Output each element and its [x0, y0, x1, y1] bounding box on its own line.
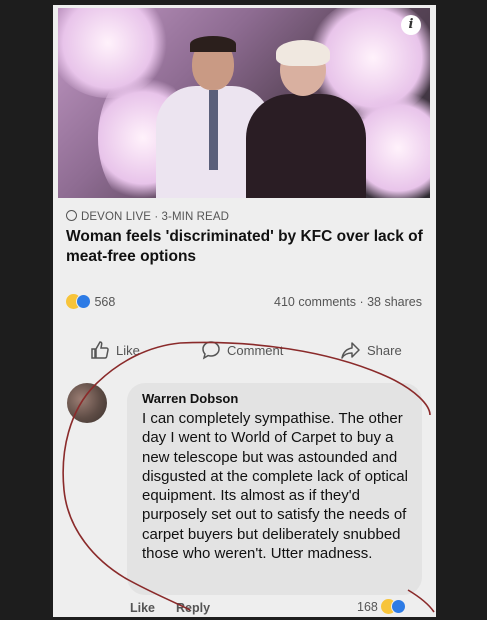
comment-button[interactable]: Comment	[201, 340, 283, 360]
article-image[interactable]: i	[58, 8, 430, 198]
comment-share-counts[interactable]: 410 comments · 38 shares	[274, 295, 422, 309]
commenter-name[interactable]: Warren Dobson	[142, 391, 238, 406]
comment-text: I can completely sympathise. The other d…	[142, 410, 408, 563]
commenter-avatar[interactable]	[67, 383, 107, 423]
comment-icon	[202, 341, 220, 360]
source-label: DEVON LIVE · 3-MIN READ	[81, 211, 229, 223]
comment-bubble: Warren Dobson I can completely sympathis…	[127, 383, 422, 595]
action-bar: Like Comment Share	[53, 340, 436, 364]
like-reaction-icon	[391, 599, 407, 614]
thumbs-up-icon	[91, 341, 109, 359]
comment-reactions[interactable]: 168	[357, 599, 407, 614]
globe-icon	[66, 210, 77, 221]
comment-reply-button[interactable]: Reply	[176, 601, 210, 615]
woman-figure	[246, 40, 366, 198]
comment-reaction-count: 168	[357, 600, 378, 614]
like-button[interactable]: Like	[90, 340, 140, 360]
like-reaction-icon	[76, 294, 91, 309]
article-headline[interactable]: Woman feels 'discriminated' by KFC over …	[66, 227, 426, 267]
comment-like-button[interactable]: Like	[130, 601, 155, 615]
post-card: i DEVON LIVE · 3-MIN READ Woman feels 'd…	[53, 5, 436, 617]
reaction-count: 568	[94, 295, 116, 309]
like-label: Like	[116, 342, 140, 358]
comment-label: Comment	[227, 342, 284, 358]
reaction-summary[interactable]: 568	[66, 294, 115, 309]
article-source[interactable]: DEVON LIVE · 3-MIN READ	[66, 210, 229, 223]
share-label: Share	[367, 342, 402, 358]
info-icon[interactable]: i	[401, 15, 421, 35]
share-button[interactable]: Share	[341, 340, 402, 360]
share-arrow-icon	[341, 342, 360, 359]
